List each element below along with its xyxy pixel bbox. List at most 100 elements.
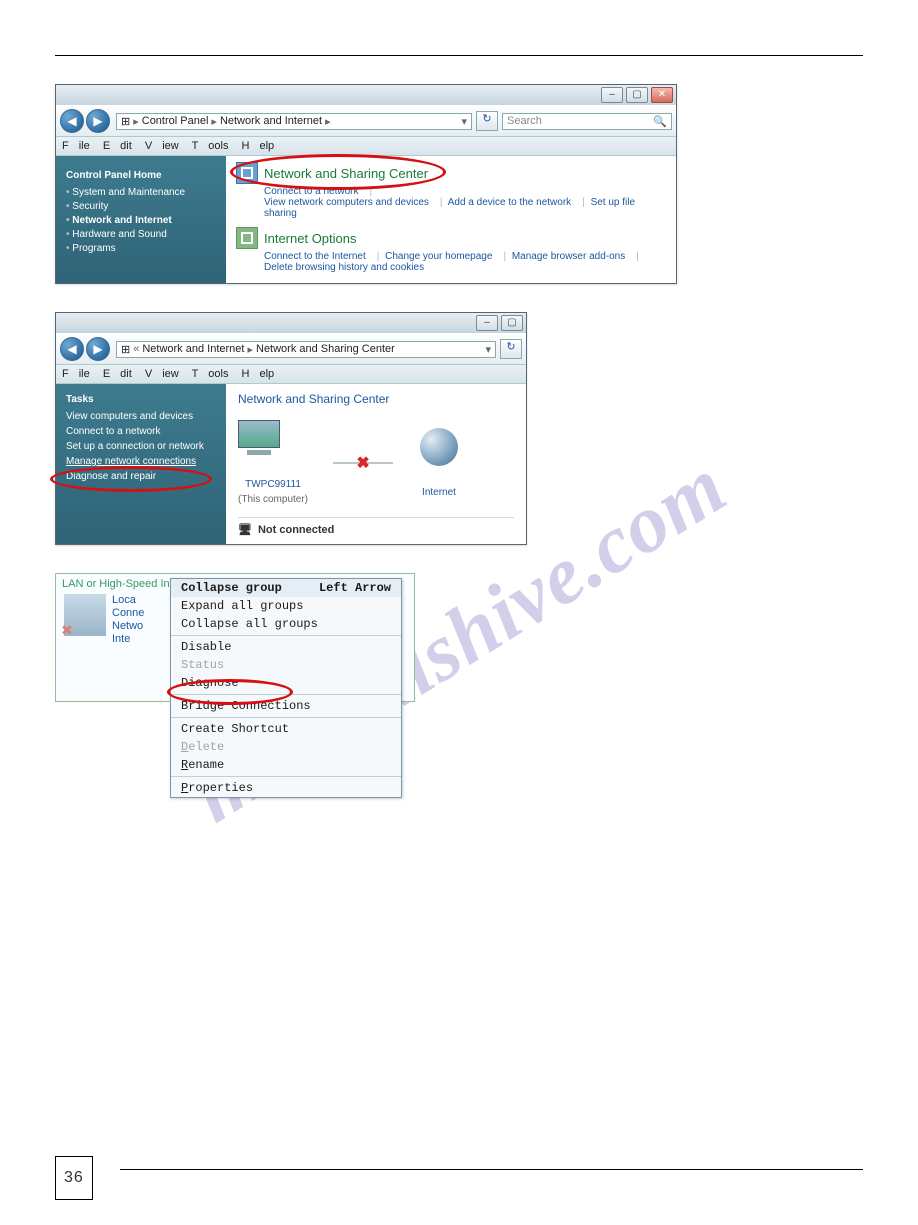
menu-edit[interactable]: Edit — [103, 368, 132, 380]
tasks-panel: Tasks View computers and devices Connect… — [56, 384, 226, 544]
link[interactable]: Change your homepage — [385, 251, 492, 262]
bc-2[interactable]: Network and Sharing Center — [256, 343, 395, 355]
context-menu-item[interactable]: Diagnose — [171, 674, 401, 692]
window-titlebar: – ▢ ✕ — [56, 85, 676, 105]
sidebar: Control Panel Home System and Maintenanc… — [56, 156, 226, 283]
menu-edit[interactable]: Edit — [103, 140, 132, 152]
pc-sub: (This computer) — [238, 494, 308, 505]
fig3-context: LAN or High-Speed Internet (1) Loca Conn… — [55, 573, 415, 702]
menu-help[interactable]: Help — [242, 140, 275, 152]
lan-adapter-icon[interactable] — [64, 594, 106, 636]
menu-file[interactable]: File — [62, 368, 90, 380]
io-heading[interactable]: Internet Options — [264, 231, 357, 246]
nav-toolbar: ◀ ▶ ⊞ « Network and Internet ▸ Network a… — [56, 333, 526, 365]
link[interactable]: Add a device to the network — [448, 197, 571, 208]
not-connected-label: Not connected — [258, 524, 334, 536]
task-item[interactable]: Connect to a network — [66, 426, 216, 437]
fig1-window: – ▢ ✕ ◀ ▶ ⊞ ▸ Control Panel ▸ Network an… — [55, 84, 677, 284]
bc-1[interactable]: Control Panel — [142, 115, 209, 127]
task-item[interactable]: Manage network connections — [66, 456, 216, 467]
sidebar-home[interactable]: Control Panel Home — [66, 170, 216, 181]
connection-line: ✖ — [333, 462, 393, 464]
context-menu-item[interactable]: Delete — [171, 738, 401, 756]
context-menu-item[interactable]: Rename — [171, 756, 401, 774]
page-number: 36 — [55, 1156, 93, 1200]
nsc-title: Network and Sharing Center — [238, 392, 514, 406]
not-connected-icon: 🖥 — [238, 523, 252, 536]
sidebar-item[interactable]: Security — [66, 201, 216, 212]
window-titlebar: – ▢ — [56, 313, 526, 333]
task-item[interactable]: Set up a connection or network — [66, 441, 216, 452]
maximize-button[interactable]: ▢ — [501, 315, 523, 331]
link[interactable]: Delete browsing history and cookies — [264, 262, 424, 273]
pc-name: TWPC99111 — [238, 479, 308, 490]
sidebar-item[interactable]: Hardware and Sound — [66, 229, 216, 240]
internet-label: Internet — [418, 487, 460, 498]
maximize-button[interactable]: ▢ — [626, 87, 648, 103]
context-menu-item[interactable]: Collapse all groups — [171, 615, 401, 633]
network-diagram: TWPC99111 (This computer) ✖ Internet — [238, 412, 514, 513]
io-icon — [236, 227, 258, 249]
sidebar-item[interactable]: Network and Internet — [66, 215, 216, 226]
context-menu-item[interactable]: Status — [171, 656, 401, 674]
context-menu-item[interactable]: Expand all groups — [171, 597, 401, 615]
menu-help[interactable]: Help — [242, 368, 275, 380]
close-button[interactable]: ✕ — [651, 87, 673, 103]
icon-text: Loca — [112, 594, 136, 606]
sidebar-item[interactable]: Programs — [66, 243, 216, 254]
nsc-heading-row: Network and Sharing Center — [236, 162, 666, 184]
context-menu-item[interactable]: Bridge Connections — [171, 697, 401, 715]
io-heading-row: Internet Options — [236, 227, 666, 249]
bc-1[interactable]: Network and Internet — [142, 343, 244, 355]
menu-view[interactable]: View — [145, 368, 179, 380]
nsc-icon — [236, 162, 258, 184]
address-bar[interactable]: ⊞ « Network and Internet ▸ Network and S… — [116, 341, 496, 358]
refresh-button[interactable]: ↻ — [476, 111, 498, 131]
context-menu-item[interactable]: Properties — [171, 779, 401, 797]
forward-button[interactable]: ▶ — [86, 337, 110, 361]
minimize-button[interactable]: – — [601, 87, 623, 103]
link[interactable]: View network computers and devices — [264, 197, 429, 208]
task-item[interactable]: View computers and devices — [66, 411, 216, 422]
menu-tools[interactable]: Tools — [192, 368, 229, 380]
back-button[interactable]: ◀ — [60, 337, 84, 361]
internet-icon — [418, 428, 460, 483]
menu-header[interactable]: Collapse groupLeft Arrow — [171, 579, 401, 597]
center-pane: Network and Sharing Center TWPC99111 (Th… — [226, 384, 526, 544]
link[interactable]: Manage browser add-ons — [512, 251, 625, 262]
address-bar[interactable]: ⊞ ▸ Control Panel ▸ Network and Internet… — [116, 113, 472, 130]
context-menu-item[interactable]: Create Shortcut — [171, 720, 401, 738]
icon-text: Conne — [112, 607, 144, 619]
context-menu-item[interactable]: Disable — [171, 638, 401, 656]
menu-bar: File Edit View Tools Help — [56, 365, 526, 384]
menu-tools[interactable]: Tools — [192, 140, 229, 152]
context-menu: Collapse groupLeft Arrow Expand all grou… — [170, 578, 402, 798]
not-connected-row: 🖥 Not connected — [238, 517, 514, 536]
bottom-rule — [120, 1169, 863, 1170]
search-box[interactable]: Search 🔍 — [502, 113, 672, 130]
refresh-button[interactable]: ↻ — [500, 339, 522, 359]
link[interactable]: Connect to the Internet — [264, 251, 366, 262]
home-icon: ⊞ — [121, 115, 130, 128]
menu-view[interactable]: View — [145, 140, 179, 152]
bc-2[interactable]: Network and Internet — [220, 115, 322, 127]
icon-text: Inte — [112, 633, 130, 645]
link[interactable]: Connect to a network — [264, 186, 359, 197]
search-icon: 🔍 — [653, 115, 667, 128]
back-button[interactable]: ◀ — [60, 109, 84, 133]
minimize-button[interactable]: – — [476, 315, 498, 331]
task-item[interactable]: Diagnose and repair — [66, 471, 216, 482]
home-icon: ⊞ — [121, 343, 130, 356]
computer-icon — [238, 420, 280, 475]
sidebar-item[interactable]: System and Maintenance — [66, 187, 216, 198]
top-rule — [55, 55, 863, 56]
menu-bar: File Edit View Tools Help — [56, 137, 676, 156]
forward-button[interactable]: ▶ — [86, 109, 110, 133]
tasks-heading: Tasks — [66, 394, 216, 405]
menu-file[interactable]: File — [62, 140, 90, 152]
nav-toolbar: ◀ ▶ ⊞ ▸ Control Panel ▸ Network and Inte… — [56, 105, 676, 137]
fig2-window: – ▢ ◀ ▶ ⊞ « Network and Internet ▸ Netwo… — [55, 312, 527, 545]
search-placeholder: Search — [507, 115, 542, 127]
icon-text: Netwo — [112, 620, 143, 632]
nsc-heading[interactable]: Network and Sharing Center — [264, 166, 428, 181]
